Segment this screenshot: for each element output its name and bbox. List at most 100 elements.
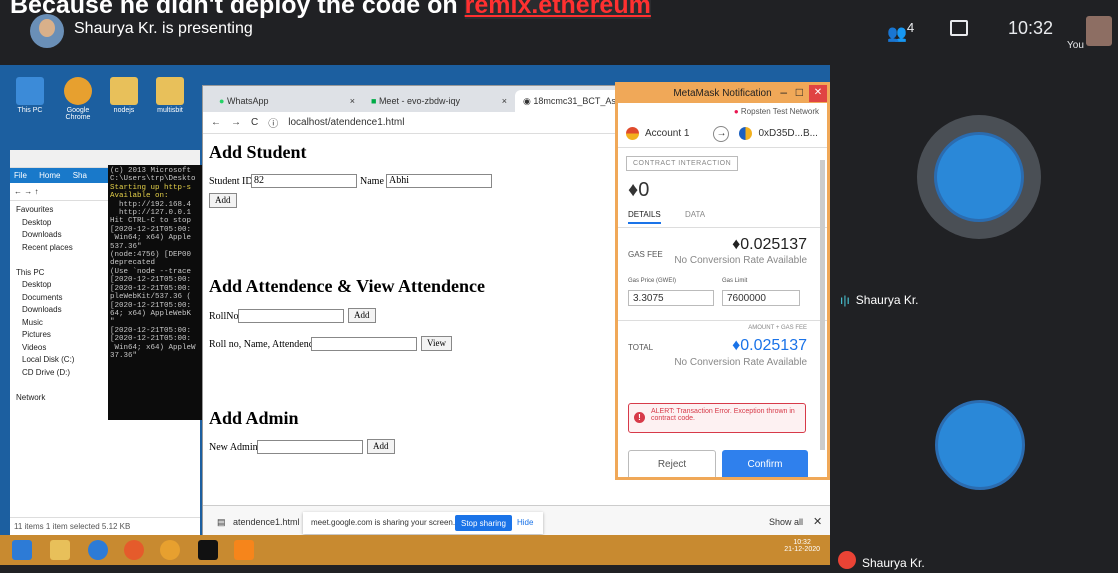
self-avatar — [1086, 16, 1112, 46]
view-button[interactable]: View — [421, 336, 452, 351]
total-value: ♦0.025137 — [732, 337, 807, 354]
computer-icon — [16, 77, 44, 105]
people-count: 4 — [906, 20, 915, 35]
meet-icon: ■ — [371, 96, 379, 106]
stop-sharing-button[interactable]: Stop sharing — [455, 515, 512, 531]
chrome-icon[interactable] — [160, 540, 180, 560]
student-id-label: Student ID — [209, 176, 253, 187]
cmd-line: http://127.0.0.1 — [110, 209, 192, 218]
confirm-button[interactable]: Confirm — [722, 450, 808, 477]
cmd-line: [2020-12-21T05:00: — [110, 225, 192, 234]
close-icon[interactable]: ✕ — [809, 85, 827, 102]
tab-whatsapp[interactable]: ● WhatsApp × — [211, 90, 363, 112]
desktop-icon-chrome[interactable]: Google Chrome — [56, 77, 100, 121]
new-admin-input[interactable] — [257, 440, 363, 454]
url-text[interactable]: localhost/atendence1.html — [288, 117, 404, 128]
close-icon[interactable]: × — [350, 96, 355, 106]
meet-clock: 10:32 — [1008, 18, 1054, 38]
cmd-line: http://192.168.4 — [110, 200, 192, 209]
tx-value: ♦0 — [628, 179, 650, 201]
ribbon-tab-share[interactable]: Sha — [73, 171, 87, 180]
download-bar: ▤ atendence1.html meet.google.com is sha… — [203, 505, 830, 539]
name-label: Name — [360, 176, 384, 187]
add-admin-button[interactable]: Add — [367, 439, 395, 454]
info-icon[interactable]: ⓘ — [268, 115, 278, 130]
cmd-line: (Use `node --trace — [110, 267, 192, 276]
ie-icon[interactable] — [88, 540, 108, 560]
presenter-text: Shaurya Kr. is presenting — [74, 20, 253, 37]
cmd-line: deprecated — [110, 259, 156, 268]
view-input[interactable] — [311, 337, 417, 351]
metamask-icon[interactable] — [234, 540, 254, 560]
gas-price-input[interactable]: 3.3075 — [628, 290, 714, 306]
participant-name: ı|ı Shaurya Kr. — [840, 293, 919, 307]
show-all-button[interactable]: Show all — [769, 517, 803, 527]
recipient-identicon — [739, 127, 753, 140]
forward-icon[interactable]: → — [24, 187, 34, 196]
cmd-line: [2020-12-21T05:00: — [110, 301, 192, 310]
desktop-icon-this-pc[interactable]: This PC — [8, 77, 52, 114]
up-icon[interactable]: ↑ — [34, 187, 38, 196]
participant-tile-1 — [917, 115, 1041, 239]
error-alert: ALERT: Transaction Error. Exception thro… — [628, 403, 806, 433]
add-attendance-button[interactable]: Add — [348, 308, 376, 323]
back-icon[interactable]: ← — [14, 187, 22, 196]
add-student-button[interactable]: Add — [209, 193, 237, 208]
account-identicon — [626, 127, 639, 140]
tab-data[interactable]: DATA — [685, 210, 705, 219]
rollno-label: RollNo — [209, 311, 239, 322]
firefox-icon[interactable] — [124, 540, 144, 560]
cmd-line: (c) 2013 Microsoft — [110, 167, 192, 175]
tab-meet[interactable]: ■ Meet - evo-zbdw-iqy × — [363, 90, 515, 112]
download-file[interactable]: atendence1.html — [233, 517, 300, 527]
people-button[interactable]: 👥4 — [887, 20, 914, 43]
name-input[interactable]: Abhi — [386, 174, 492, 188]
no-conversion-text: No Conversion Rate Available — [674, 255, 807, 266]
cmd-line: [2020-12-21T05:00: — [110, 284, 192, 293]
forward-icon[interactable]: → — [231, 117, 241, 128]
scrollbar[interactable] — [820, 160, 825, 450]
reject-button[interactable]: Reject — [628, 450, 716, 477]
chat-icon[interactable] — [950, 20, 968, 36]
reload-icon[interactable]: C — [251, 117, 258, 128]
cmd-line: 37.36" — [110, 351, 138, 360]
participant-avatar — [934, 132, 1024, 222]
windows-taskbar: 10:32 21-12-2020 — [0, 535, 830, 565]
mic-off-icon — [838, 551, 856, 569]
hide-button[interactable]: Hide — [517, 518, 533, 527]
heading-admin: Add Admin — [209, 408, 299, 428]
rollno-input[interactable] — [238, 309, 344, 323]
metamask-title: MetaMask Notification — [673, 88, 772, 99]
folder-icon — [110, 77, 138, 105]
back-icon[interactable]: ← — [211, 117, 221, 128]
metamask-notification: MetaMask Notification – □ ✕ Ropsten Test… — [615, 82, 830, 480]
student-id-input[interactable]: 82 — [251, 174, 357, 188]
cmd-line: (node:4756) [DEP00 — [110, 251, 192, 260]
ribbon-tab-home[interactable]: Home — [39, 171, 60, 180]
explorer-status: 11 items 1 item selected 5.12 KB — [10, 517, 200, 535]
cmd-icon[interactable] — [198, 540, 218, 560]
start-icon[interactable] — [12, 540, 32, 560]
gas-limit-input[interactable]: 7600000 — [722, 290, 800, 306]
gas-inputs: Gas Price (GWEI) Gas Limit 3.3075 760000… — [618, 278, 827, 320]
maximize-icon[interactable]: □ — [796, 85, 803, 99]
people-icon: 👥 — [887, 25, 907, 43]
metamask-tabs: DETAILS DATA — [618, 210, 827, 228]
close-icon[interactable]: × — [502, 96, 507, 106]
desktop-icon-multisbit[interactable]: multisbit — [148, 77, 192, 114]
total-row: AMOUNT + GAS FEE TOTAL ♦0.025137 No Conv… — [618, 320, 827, 380]
ribbon-tab-file[interactable]: File — [14, 171, 27, 180]
no-conversion-text-2: No Conversion Rate Available — [674, 357, 807, 368]
shared-screen: This PC Google Chrome nodejs multisbit F… — [0, 65, 830, 565]
desktop-icon-nodejs[interactable]: nodejs — [102, 77, 146, 114]
tab-details[interactable]: DETAILS — [628, 210, 661, 224]
minimize-icon[interactable]: – — [780, 85, 787, 99]
network-badge[interactable]: Ropsten Test Network — [618, 103, 827, 120]
gas-price-label: Gas Price (GWEI) — [628, 278, 677, 284]
close-icon[interactable]: ✕ — [813, 515, 822, 528]
audio-indicator-icon: ı|ı — [840, 293, 850, 307]
gas-limit-label: Gas Limit — [722, 278, 748, 284]
explorer-icon[interactable] — [50, 540, 70, 560]
cmd-line: Win64; x64) Apple — [110, 234, 192, 243]
cmd-line: pleWebKit/537.36 ( — [110, 293, 192, 302]
